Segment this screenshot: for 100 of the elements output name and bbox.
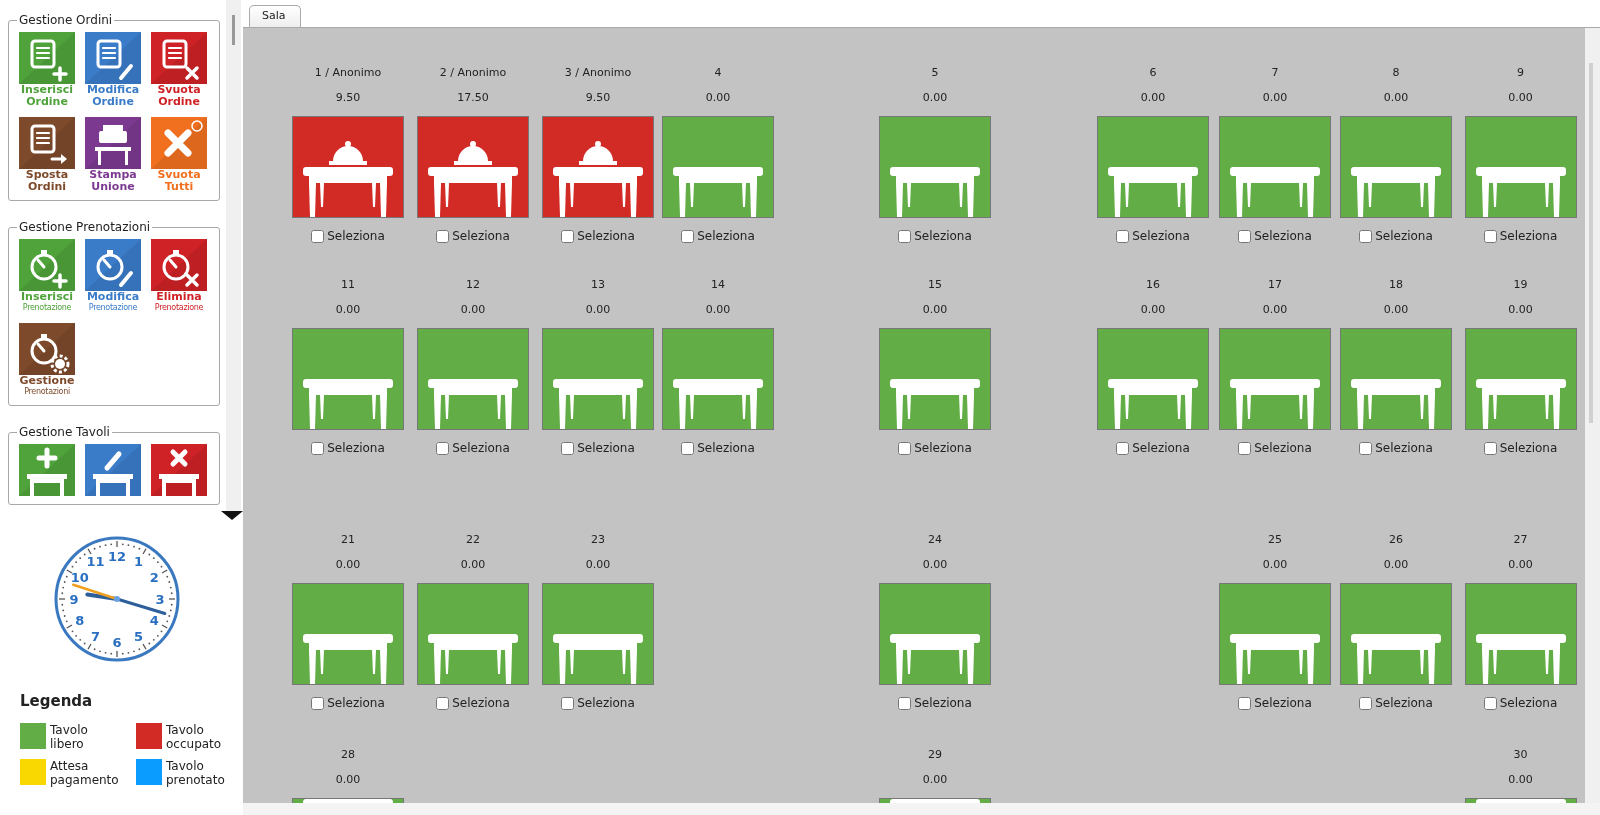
select-checkbox[interactable] [561, 229, 575, 243]
table-button[interactable] [662, 328, 774, 430]
table-button[interactable] [1219, 328, 1331, 430]
table-button[interactable] [292, 328, 404, 430]
occupied-table-button[interactable] [417, 116, 529, 218]
tab[interactable]: Sala [249, 5, 301, 27]
checkbox-label: Seleziona [327, 228, 385, 245]
table-button[interactable] [1097, 328, 1209, 430]
scrollbar[interactable] [1585, 28, 1600, 803]
scrollbar-thumb[interactable] [232, 15, 235, 45]
select-checkbox[interactable] [681, 441, 695, 455]
action-button[interactable]: Inserisci Prenotazione [19, 239, 75, 313]
select-checkbox[interactable] [436, 229, 450, 243]
action-button[interactable]: Sposta Ordini [19, 117, 75, 192]
select-checkbox[interactable] [898, 441, 912, 455]
select-checkbox[interactable] [1116, 441, 1130, 455]
table-button[interactable] [1340, 583, 1452, 685]
select-checkbox[interactable] [1238, 696, 1252, 710]
scrollbar[interactable] [243, 803, 1600, 815]
table-amount: 0.00 [1383, 558, 1409, 572]
table-button[interactable] [879, 583, 991, 685]
scrollbar-thumb[interactable] [1589, 63, 1593, 423]
occupied-table-button[interactable] [542, 116, 654, 218]
select-checkbox[interactable] [1116, 229, 1130, 243]
select-checkbox[interactable] [436, 441, 450, 455]
table-icon [1351, 167, 1441, 217]
select-checkbox[interactable] [681, 229, 695, 243]
table-amount: 0.00 [460, 303, 486, 317]
table-amount: 0.00 [335, 558, 361, 572]
table-button[interactable] [417, 328, 529, 430]
table-button[interactable] [1219, 583, 1331, 685]
checkbox-label: Seleziona [577, 440, 635, 457]
table-button[interactable] [1464, 328, 1577, 430]
table-button[interactable] [542, 583, 654, 685]
select-checkbox[interactable] [561, 696, 575, 710]
stopwatch-pencil-icon [85, 239, 141, 291]
group-title: Gestione Tavoli [18, 426, 111, 438]
occupied-table-button[interactable] [292, 116, 404, 218]
table-amount: 0.00 [1508, 303, 1533, 317]
table-icon [428, 379, 518, 429]
select-checkbox[interactable] [1238, 229, 1252, 243]
table-amount: 0.00 [922, 91, 948, 105]
table-button[interactable] [879, 328, 991, 430]
table-icon [1475, 379, 1566, 429]
action-button[interactable]: Modifica Ordine [85, 32, 141, 107]
select-checkbox[interactable] [311, 696, 325, 710]
action-button[interactable]: Stampa Unione [85, 117, 141, 192]
table-with-cloche-icon [553, 139, 643, 217]
table-button[interactable] [879, 116, 991, 218]
table-amount: 0.00 [335, 303, 361, 317]
table-button[interactable] [542, 328, 654, 430]
select-checkbox[interactable] [311, 441, 325, 455]
action-button[interactable] [19, 444, 75, 496]
table-name: 15 [928, 278, 942, 292]
table-icon [1475, 167, 1566, 217]
select-checkbox[interactable] [1483, 229, 1497, 243]
table-button[interactable] [1340, 116, 1452, 218]
action-button[interactable] [151, 444, 207, 496]
table-name: 19 [1513, 278, 1528, 292]
select-checkbox[interactable] [898, 696, 912, 710]
select-checkbox[interactable] [311, 229, 325, 243]
action-button[interactable]: Inserisci Ordine [19, 32, 75, 107]
table-icon [1108, 379, 1198, 429]
checkbox-label: Seleziona [452, 440, 510, 457]
select-checkbox[interactable] [1359, 229, 1373, 243]
table-button[interactable] [1464, 116, 1577, 218]
select-checkbox[interactable] [1359, 441, 1373, 455]
select-checkbox[interactable] [1483, 441, 1497, 455]
select-checkbox[interactable] [436, 696, 450, 710]
select-checkbox[interactable] [1483, 696, 1497, 710]
select-checkbox[interactable] [1238, 441, 1252, 455]
table-button[interactable] [292, 583, 404, 685]
table-name: 23 [591, 533, 605, 547]
action-button[interactable]: Svuota Ordine [151, 32, 207, 107]
stopwatch-plus-icon [19, 239, 75, 291]
checkbox-label: Seleziona [1254, 440, 1312, 457]
action-button[interactable]: Gestione Prenotazioni [19, 323, 75, 397]
select-checkbox[interactable] [898, 229, 912, 243]
action-button[interactable]: Modifica Prenotazione [85, 239, 141, 313]
action-button[interactable] [85, 444, 141, 496]
table-name: 17 [1268, 278, 1282, 292]
table-amount: 0.00 [922, 558, 948, 572]
table-icon [1108, 167, 1198, 217]
table-name: 3 / Anonimo [564, 66, 632, 80]
action-button[interactable]: Elimina Prenotazione [151, 239, 207, 313]
table-name: 25 [1268, 533, 1282, 547]
document-arrow-icon [19, 117, 75, 169]
scrollbar[interactable] [226, 0, 241, 511]
table-button[interactable] [1464, 583, 1577, 685]
table-button[interactable] [417, 583, 529, 685]
table-icon [1351, 634, 1441, 684]
table-button[interactable] [1340, 328, 1452, 430]
table-icon [1230, 379, 1320, 429]
table-button[interactable] [1219, 116, 1331, 218]
table-button[interactable] [662, 116, 774, 218]
stopwatch-gear-icon [19, 323, 75, 375]
action-button[interactable]: Svuota Tutti [151, 117, 207, 192]
select-checkbox[interactable] [561, 441, 575, 455]
table-button[interactable] [1097, 116, 1209, 218]
select-checkbox[interactable] [1359, 696, 1373, 710]
